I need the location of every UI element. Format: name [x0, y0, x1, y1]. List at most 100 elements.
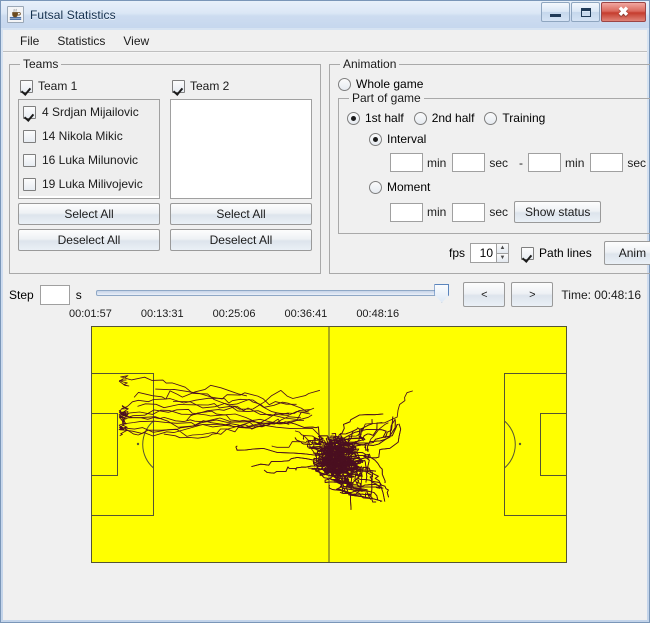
anim-button[interactable]: Anim: [603, 241, 650, 265]
halves-radio-group: 1st half 2nd half Training: [347, 111, 650, 125]
interval-separator: -: [519, 155, 524, 170]
minimize-icon: [550, 13, 561, 17]
interval-radio-row[interactable]: Interval: [369, 132, 650, 146]
moment-min-unit: min: [427, 205, 447, 219]
first-half-label: 1st half: [365, 111, 404, 125]
second-half-radio[interactable]: [413, 111, 427, 125]
menu-bar: File Statistics View: [3, 30, 647, 52]
title-bar: Futsal Statistics ✖: [1, 1, 649, 28]
player-checkbox[interactable]: [23, 177, 36, 191]
fps-label: fps: [449, 246, 466, 260]
timeline-controls-row: Step s < > Time: 00:48:16: [9, 282, 641, 307]
list-item[interactable]: 14 Nikola Mikic: [19, 124, 159, 148]
team2-checkbox-row[interactable]: Team 2: [172, 79, 312, 93]
timeline-tick: 00:01:57: [69, 308, 112, 320]
team2-label: Team 2: [190, 79, 230, 93]
timeline-tick: 00:25:06: [212, 308, 256, 320]
application-window: Futsal Statistics ✖ File Statistics View…: [0, 0, 650, 623]
first-half-radio[interactable]: [347, 111, 360, 125]
pitch-area: [9, 320, 641, 614]
maximize-button[interactable]: [571, 2, 600, 22]
moment-sec-unit: sec: [489, 205, 509, 219]
spinner-up-icon[interactable]: ▲: [496, 243, 510, 254]
list-item[interactable]: 4 Srdjan Mijailovic: [19, 100, 159, 124]
training-label: Training: [502, 111, 546, 125]
team1-label: Team 1: [38, 79, 78, 93]
main-content: Teams Team 1 4 Srdjan Mijailovic 14 Niko…: [3, 52, 650, 620]
window-title: Futsal Statistics: [30, 7, 116, 22]
step-label: Step: [9, 287, 34, 302]
timeline-tick: 00:48:16: [356, 308, 400, 320]
spinner-down-icon[interactable]: ▼: [496, 253, 510, 263]
team2-player-list[interactable]: [170, 99, 312, 199]
whole-game-radio[interactable]: [338, 77, 351, 91]
interval-label: Interval: [387, 132, 427, 146]
fps-spinner[interactable]: 10 ▲ ▼: [470, 243, 510, 263]
menu-view[interactable]: View: [114, 32, 158, 50]
show-status-button[interactable]: Show status: [514, 201, 602, 223]
interval-radio[interactable]: [369, 132, 382, 146]
fps-input[interactable]: 10: [470, 243, 497, 263]
timeline-tick: 00:36:41: [284, 308, 328, 320]
moment-fields-row: min sec Show status: [390, 201, 650, 223]
path-lines-label: Path lines: [539, 246, 592, 260]
path-lines-checkbox[interactable]: [521, 246, 535, 260]
player-label: 19 Luka Milivojevic: [42, 177, 143, 191]
player-checkbox[interactable]: [23, 153, 36, 167]
list-item[interactable]: 16 Luka Milunovic: [19, 148, 159, 172]
moment-sec-input[interactable]: [452, 202, 486, 222]
list-item[interactable]: 19 Luka Milivojevic: [19, 172, 159, 196]
time-slider[interactable]: [95, 283, 450, 307]
animation-legend: Animation: [343, 57, 397, 71]
whole-game-radio-row[interactable]: Whole game: [338, 77, 650, 91]
futsal-pitch-visualization[interactable]: [91, 326, 567, 563]
teams-legend: Teams: [23, 57, 59, 71]
team1-checkbox-row[interactable]: Team 1: [20, 79, 160, 93]
minimize-button[interactable]: [541, 2, 570, 22]
interval-from-sec-unit: sec: [489, 155, 509, 170]
team1-checkbox[interactable]: [20, 79, 33, 93]
timeline-panel: Step s < > Time: 00:48:16 00:01:57 00:13:…: [9, 282, 641, 320]
previous-step-button[interactable]: <: [463, 282, 506, 307]
interval-to-sec-unit: sec: [627, 155, 647, 170]
next-step-button[interactable]: >: [511, 282, 554, 307]
moment-radio-row[interactable]: Moment: [369, 180, 650, 194]
training-radio[interactable]: [484, 111, 498, 125]
player-label: 14 Nikola Mikic: [42, 129, 123, 143]
timeline-tick: 00:13:31: [140, 308, 184, 320]
team2-select-all-button[interactable]: Select All: [170, 203, 312, 225]
part-of-game-legend: Part of game: [352, 91, 421, 105]
current-time-label: Time: 00:48:16: [561, 287, 641, 302]
player-label: 4 Srdjan Mijailovic: [42, 105, 139, 119]
menu-file[interactable]: File: [11, 32, 48, 50]
second-half-label: 2nd half: [431, 111, 475, 125]
slider-track[interactable]: [95, 289, 448, 296]
moment-radio[interactable]: [369, 180, 382, 194]
team1-deselect-all-button[interactable]: Deselect All: [18, 229, 160, 251]
maximize-icon: [580, 7, 591, 17]
part-of-game-panel: Part of game 1st half 2nd half Training …: [338, 91, 650, 234]
interval-from-min-input[interactable]: [390, 153, 423, 172]
team2-deselect-all-button[interactable]: Deselect All: [170, 229, 312, 251]
moment-min-input[interactable]: [390, 202, 423, 222]
close-button[interactable]: ✖: [601, 2, 646, 22]
step-input[interactable]: [39, 284, 70, 305]
interval-from-sec-input[interactable]: [452, 153, 486, 172]
slider-thumb[interactable]: [434, 283, 450, 303]
moment-label: Moment: [387, 180, 431, 194]
team2-checkbox[interactable]: [172, 79, 185, 93]
team1-column: Team 1 4 Srdjan Mijailovic 14 Nikola Mik…: [18, 77, 160, 251]
step-unit: s: [75, 287, 82, 302]
animation-panel: Animation Whole game Part of game 1st ha…: [329, 57, 650, 274]
menu-statistics[interactable]: Statistics: [48, 32, 114, 50]
team1-select-all-button[interactable]: Select All: [18, 203, 160, 225]
player-checkbox[interactable]: [23, 129, 36, 143]
teams-panel: Teams Team 1 4 Srdjan Mijailovic 14 Niko…: [9, 57, 321, 274]
player-checkbox[interactable]: [23, 105, 36, 119]
team1-player-list[interactable]: 4 Srdjan Mijailovic 14 Nikola Mikic 16 L…: [18, 99, 160, 199]
interval-to-sec-input[interactable]: [590, 153, 624, 172]
interval-fields-row: min sec - min sec: [390, 153, 650, 172]
interval-to-min-input[interactable]: [528, 153, 562, 172]
timeline-tick-labels: 00:01:57 00:13:31 00:25:06 00:36:41 00:48:16: [69, 308, 641, 320]
whole-game-label: Whole game: [356, 77, 424, 91]
